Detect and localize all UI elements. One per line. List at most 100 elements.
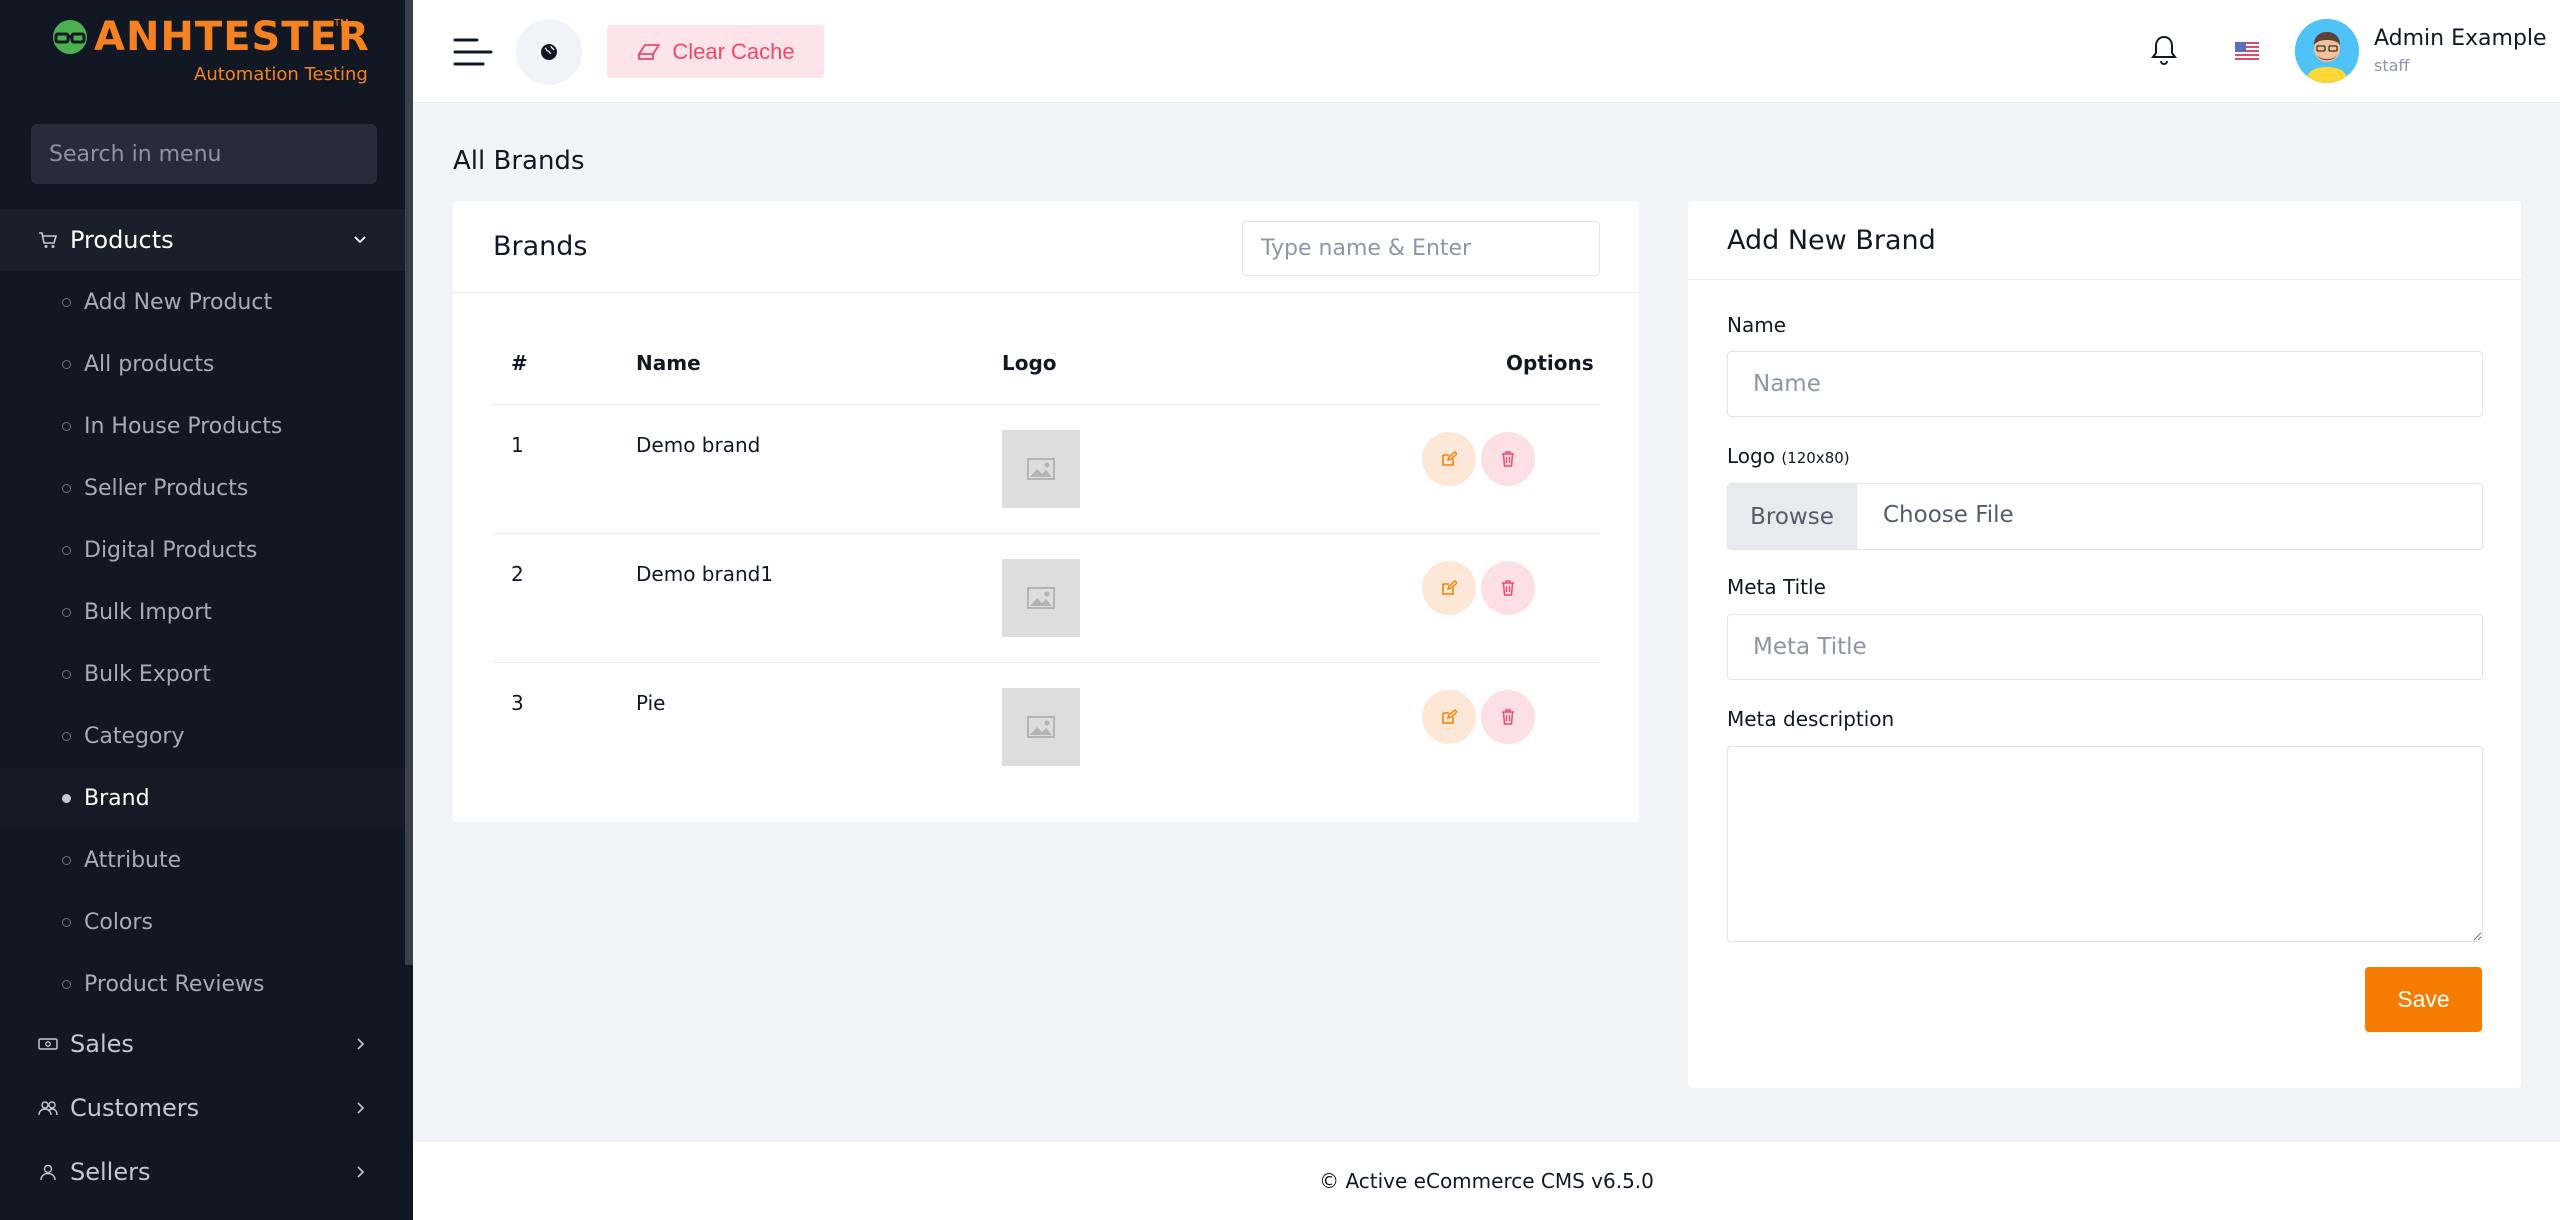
logo-trademark: TM [334, 18, 349, 29]
row-number: 3 [511, 691, 524, 715]
logo-file-picker[interactable]: Browse Choose File [1727, 483, 2483, 550]
meta-description-label: Meta description [1727, 707, 1895, 731]
hamburger-menu-icon[interactable] [453, 36, 493, 68]
sidebar-item-label: Customers [70, 1094, 200, 1122]
sidebar-subitem-label: Bulk Import [84, 599, 212, 625]
sidebar-subitem-label: Brand [84, 785, 150, 811]
edit-brand-button[interactable] [1422, 561, 1476, 615]
sidebar-item-label: Sellers [70, 1158, 151, 1186]
browse-button[interactable]: Browse [1728, 484, 1857, 549]
trash-icon [1502, 580, 1514, 596]
eraser-icon [638, 43, 661, 60]
globe-icon [541, 44, 557, 60]
image-placeholder-icon [1027, 587, 1055, 609]
sidebar-item-products[interactable]: Products [0, 209, 405, 271]
sidebar-subitem[interactable]: Add New Product [0, 271, 405, 333]
sidebar-subitem[interactable]: All products [0, 333, 405, 395]
page-title: All Brands [453, 146, 585, 176]
sidebar-subitem[interactable]: Bulk Export [0, 643, 405, 705]
top-header: Clear Cache Admin Example staff [413, 0, 2560, 103]
name-input[interactable] [1727, 351, 2483, 417]
sidebar-scrollbar[interactable] [405, 0, 413, 965]
add-brand-title: Add New Brand [1727, 225, 1936, 256]
row-number: 2 [511, 562, 524, 586]
meta-title-label: Meta Title [1727, 575, 1826, 599]
brand-logo-placeholder [1002, 430, 1080, 508]
add-brand-card: Add New Brand Name Logo (120x80) Browse … [1688, 201, 2521, 1088]
delete-brand-button[interactable] [1481, 690, 1535, 744]
sidebar-subitem-label: Product Reviews [84, 971, 265, 997]
column-header-options: Options [1506, 351, 1594, 375]
brand-search-input[interactable] [1242, 221, 1600, 276]
sidebar-item-sales[interactable]: Sales [0, 1013, 405, 1075]
sidebar-subitem[interactable]: Product Reviews [0, 953, 405, 1015]
trash-icon [1502, 451, 1514, 467]
bullet-icon [62, 421, 71, 431]
sidebar-subitem[interactable]: In House Products [0, 395, 405, 457]
sidebar-item-customers[interactable]: Customers [0, 1077, 405, 1139]
avatar[interactable] [2295, 19, 2359, 83]
meta-description-textarea[interactable] [1727, 746, 2483, 942]
clear-cache-label: Clear Cache [672, 38, 795, 64]
sidebar-subitem-label: Seller Products [84, 475, 249, 501]
brands-card-header: Brands [453, 201, 1639, 293]
sidebar-item-label: Products [70, 226, 174, 254]
logo-label: Logo (120x80) [1727, 444, 1850, 468]
image-placeholder-icon [1027, 716, 1055, 738]
brand-logo-placeholder [1002, 559, 1080, 637]
add-brand-card-header: Add New Brand [1688, 201, 2521, 280]
chevron-right-icon [357, 1038, 365, 1050]
bullet-icon [62, 669, 71, 679]
chevron-right-icon [357, 1166, 365, 1178]
user-name[interactable]: Admin Example [2374, 26, 2547, 51]
sidebar-item-sellers[interactable]: Sellers [0, 1141, 405, 1203]
sidebar-subitem[interactable]: Category [0, 705, 405, 767]
sidebar-subitem[interactable]: Seller Products [0, 457, 405, 519]
sidebar-subitem-label: In House Products [84, 413, 283, 439]
meta-title-input[interactable] [1727, 614, 2483, 680]
edit-icon [1442, 709, 1457, 724]
users-icon [38, 1101, 58, 1116]
delete-brand-button[interactable] [1481, 561, 1535, 615]
brand-name: Demo brand1 [636, 562, 774, 586]
bullet-icon [62, 731, 71, 741]
save-button[interactable]: Save [2365, 967, 2482, 1032]
sidebar-subitem-label: Bulk Export [84, 661, 211, 687]
edit-icon [1442, 451, 1457, 466]
brand-name: Demo brand [636, 433, 761, 457]
choose-file-text: Choose File [1883, 502, 2014, 528]
footer-copyright: © Active eCommerce CMS v6.5.0 [1319, 1169, 1654, 1193]
us-flag-icon[interactable] [2235, 42, 2259, 60]
sidebar-subitem-label: All products [84, 351, 215, 377]
brands-card-title: Brands [493, 231, 588, 262]
visit-website-button[interactable] [516, 19, 582, 85]
sidebar-subitem[interactable]: Bulk Import [0, 581, 405, 643]
image-placeholder-icon [1027, 458, 1055, 480]
bullet-icon [62, 297, 71, 307]
sidebar: ANHTESTER TM Automation Testing Products… [0, 0, 413, 1220]
chevron-right-icon [357, 1102, 365, 1114]
sidebar-subitem[interactable]: Attribute [0, 829, 405, 891]
sidebar-subitem-label: Colors [84, 909, 153, 935]
column-header-logo: Logo [1002, 351, 1057, 375]
logo-size-hint: (120x80) [1781, 449, 1850, 467]
sidebar-subitem[interactable]: Colors [0, 891, 405, 953]
logo-subtitle: Automation Testing [194, 64, 368, 85]
logo-wordmark: ANHTESTER [48, 14, 370, 60]
logo[interactable]: ANHTESTER TM Automation Testing [48, 14, 370, 90]
notification-bell-icon[interactable] [2150, 34, 2178, 66]
sidebar-subitem[interactable]: Digital Products [0, 519, 405, 581]
sidebar-subitem[interactable]: Brand [0, 767, 405, 829]
edit-brand-button[interactable] [1422, 432, 1476, 486]
table-row: 1 Demo brand [493, 404, 1600, 533]
edit-icon [1442, 580, 1457, 595]
delete-brand-button[interactable] [1481, 432, 1535, 486]
edit-brand-button[interactable] [1422, 690, 1476, 744]
money-icon [38, 1038, 58, 1050]
bullet-icon [62, 359, 71, 369]
table-row: 2 Demo brand1 [493, 533, 1600, 662]
table-row: 3 Pie [493, 662, 1600, 791]
clear-cache-button[interactable]: Clear Cache [607, 25, 824, 78]
menu-search-input[interactable] [31, 124, 377, 184]
cart-icon [39, 232, 58, 248]
